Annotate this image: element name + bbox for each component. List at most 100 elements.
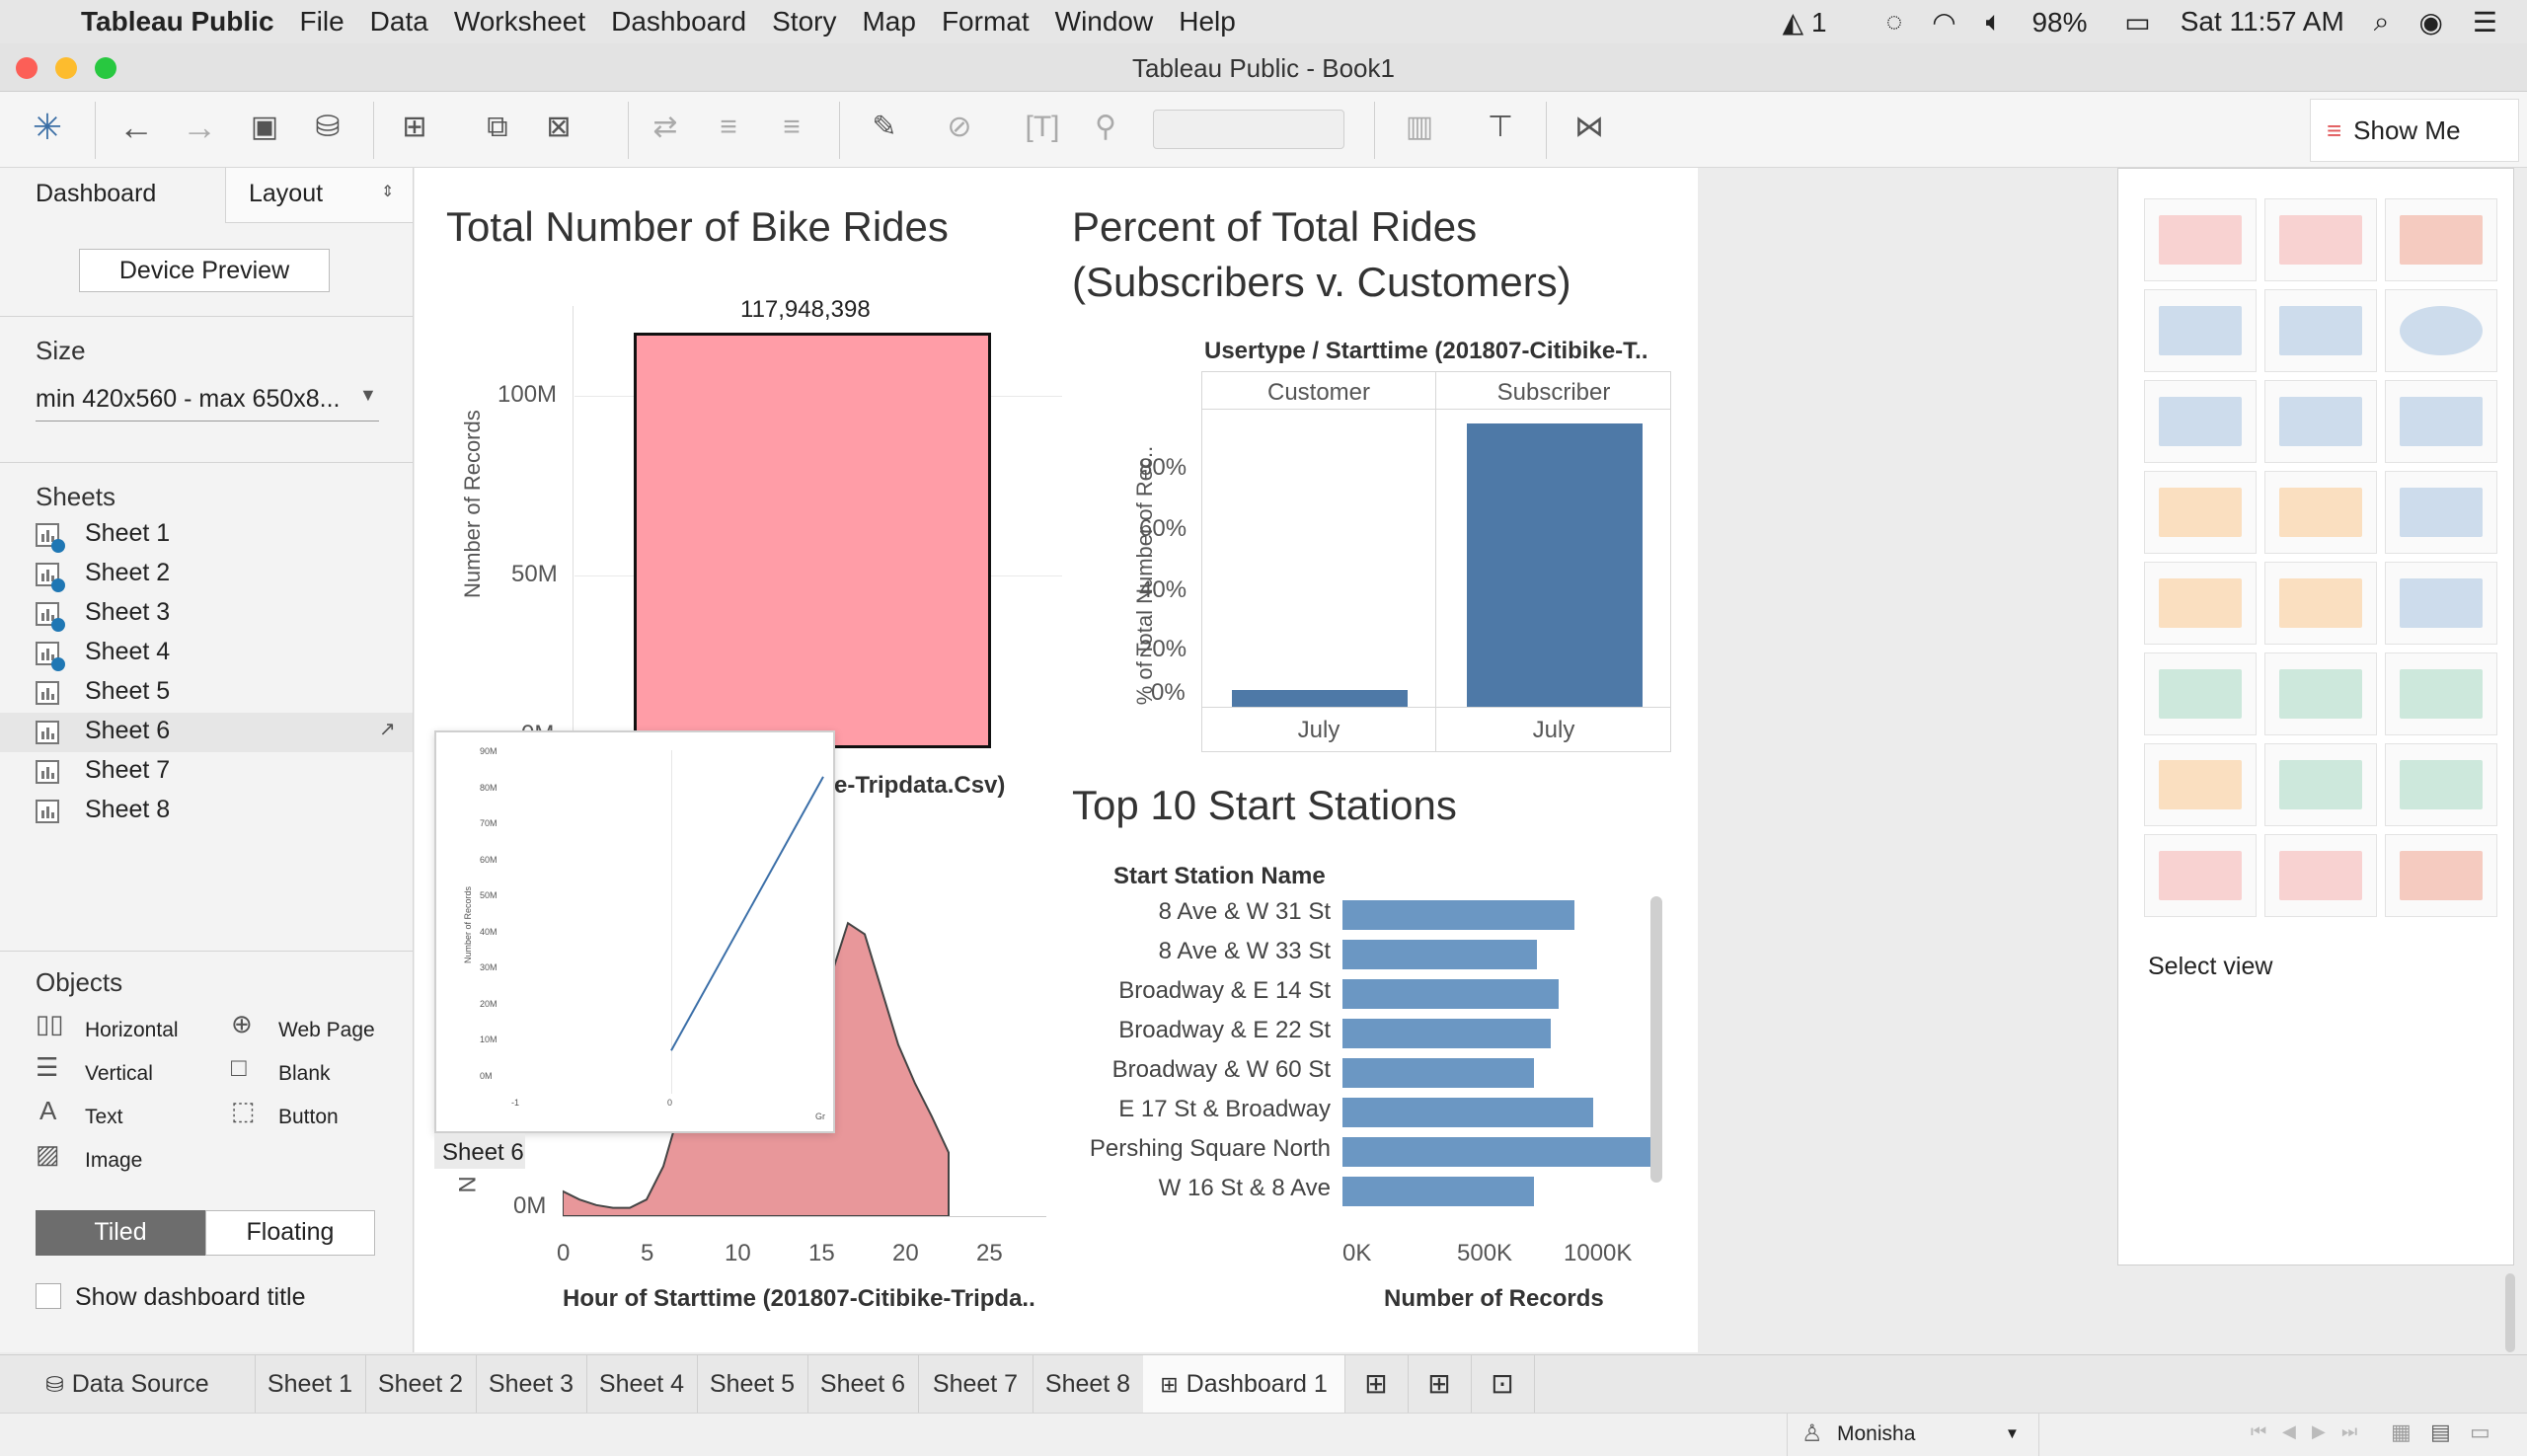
sheet-list-item[interactable]: Sheet 8 bbox=[0, 792, 413, 831]
last-page-icon[interactable]: ⏭ bbox=[2341, 1421, 2357, 1442]
chart-type-thumbnail[interactable] bbox=[2144, 198, 2257, 281]
sheet-list-item[interactable]: Sheet 1 bbox=[0, 515, 413, 555]
adobe-icon[interactable]: ◭ 1 bbox=[1783, 6, 1857, 38]
station-bar[interactable] bbox=[1342, 1137, 1654, 1167]
app-menu[interactable]: Tableau Public bbox=[81, 6, 274, 38]
swap-rows-columns-icon[interactable]: ⇄ bbox=[644, 106, 687, 149]
menu-data[interactable]: Data bbox=[370, 6, 428, 38]
tab-sheet[interactable]: Sheet 6 bbox=[807, 1355, 919, 1413]
menu-file[interactable]: File bbox=[300, 6, 345, 38]
new-worksheet-tab-icon[interactable]: ⊞ bbox=[1344, 1355, 1409, 1413]
volume-icon[interactable]: 🔈︎ bbox=[1986, 6, 2003, 38]
tab-sheet[interactable]: Sheet 4 bbox=[586, 1355, 698, 1413]
first-page-icon[interactable]: ⏮ bbox=[2251, 1421, 2266, 1442]
object-blank[interactable]: Blank bbox=[278, 1062, 331, 1086]
sheet-list-item[interactable]: Sheet 7 bbox=[0, 752, 413, 792]
right-scrollbar[interactable] bbox=[2505, 1273, 2515, 1352]
sort-ascending-icon[interactable]: ≡ bbox=[707, 106, 750, 149]
tab-sheet[interactable]: Sheet 1 bbox=[255, 1355, 366, 1413]
chart-type-thumbnail[interactable] bbox=[2385, 289, 2497, 372]
chart-type-thumbnail[interactable] bbox=[2144, 652, 2257, 735]
sheet6-drag-preview[interactable]: 90M 80M 70M 60M 50M 40M 30M 20M 10M 0M Number of … bbox=[434, 730, 835, 1133]
chart-type-thumbnail[interactable] bbox=[2385, 834, 2497, 917]
new-dashboard-tab-icon[interactable]: ⊞ bbox=[1408, 1355, 1472, 1413]
tab-dashboard-1[interactable]: ⊞ Dashboard 1 bbox=[1143, 1355, 1345, 1413]
object-horizontal[interactable]: Horizontal bbox=[85, 1019, 179, 1042]
menu-format[interactable]: Format bbox=[942, 6, 1030, 38]
chart3-scrollbar[interactable] bbox=[1650, 896, 1662, 1183]
station-bar[interactable] bbox=[1342, 940, 1538, 969]
station-bar[interactable] bbox=[1342, 1019, 1551, 1048]
sheet-list-item[interactable]: Sheet 4 bbox=[0, 634, 413, 673]
chart-type-thumbnail[interactable] bbox=[2264, 834, 2377, 917]
menu-map[interactable]: Map bbox=[862, 6, 915, 38]
chart-type-thumbnail[interactable] bbox=[2264, 380, 2377, 463]
chart-type-thumbnail[interactable] bbox=[2385, 652, 2497, 735]
station-bar[interactable] bbox=[1342, 900, 1574, 930]
show-labels-icon[interactable]: [T] bbox=[1021, 106, 1064, 149]
spinner-icon[interactable]: ◌ bbox=[1886, 6, 1903, 38]
chart-type-thumbnail[interactable] bbox=[2385, 743, 2497, 826]
station-bar[interactable] bbox=[1342, 1098, 1593, 1127]
user-menu[interactable]: ♙ Monisha ▼ bbox=[1787, 1414, 2039, 1456]
chart-type-thumbnail[interactable] bbox=[2144, 834, 2257, 917]
chart-type-thumbnail[interactable] bbox=[2385, 380, 2497, 463]
chart-type-thumbnail[interactable] bbox=[2264, 562, 2377, 645]
dashboard-canvas[interactable]: Total Number of Bike Rides Number of Rec… bbox=[415, 168, 1698, 1352]
fit-dropdown[interactable] bbox=[1153, 110, 1344, 149]
control-center-icon[interactable]: ☰ bbox=[2473, 6, 2497, 38]
undo-icon[interactable]: ← bbox=[115, 106, 158, 149]
chart-type-thumbnail[interactable] bbox=[2385, 562, 2497, 645]
sheet-list-item[interactable]: Sheet 2 bbox=[0, 555, 413, 594]
tab-sheet[interactable]: Sheet 3 bbox=[476, 1355, 587, 1413]
tabs-view-icon[interactable]: ▭ bbox=[2470, 1419, 2490, 1445]
sheet-list-item[interactable]: Sheet 5 bbox=[0, 673, 413, 713]
chart-type-thumbnail[interactable] bbox=[2144, 743, 2257, 826]
object-text[interactable]: Text bbox=[85, 1106, 123, 1129]
fix-axes-icon[interactable]: ⚲ bbox=[1084, 106, 1127, 149]
menu-story[interactable]: Story bbox=[772, 6, 836, 38]
next-page-icon[interactable]: ▶ bbox=[2312, 1421, 2326, 1442]
tab-sheet[interactable]: Sheet 7 bbox=[918, 1355, 1034, 1413]
filmstrip-view-icon[interactable]: ▤ bbox=[2430, 1419, 2451, 1445]
chart-type-thumbnail[interactable] bbox=[2264, 652, 2377, 735]
spotlight-search-icon[interactable]: ⌕ bbox=[2374, 6, 2390, 38]
highlight-icon[interactable]: ✎ bbox=[863, 106, 906, 149]
chart-type-thumbnail[interactable] bbox=[2264, 471, 2377, 554]
chart-type-thumbnail[interactable] bbox=[2385, 198, 2497, 281]
show-me-button[interactable]: ≡ Show Me bbox=[2310, 99, 2519, 162]
chart-type-thumbnail[interactable] bbox=[2144, 471, 2257, 554]
siri-icon[interactable]: ◉ bbox=[2418, 6, 2442, 38]
new-story-tab-icon[interactable]: ⊡ bbox=[1471, 1355, 1535, 1413]
station-bar[interactable] bbox=[1342, 979, 1559, 1009]
menu-dashboard[interactable]: Dashboard bbox=[611, 6, 746, 38]
object-web-page[interactable]: Web Page bbox=[278, 1019, 375, 1042]
chart-type-thumbnail[interactable] bbox=[2264, 289, 2377, 372]
menu-window[interactable]: Window bbox=[1055, 6, 1154, 38]
chart2-bar-subscriber[interactable] bbox=[1467, 422, 1643, 707]
clear-sheet-icon[interactable]: ⊠ bbox=[537, 106, 580, 149]
redo-icon[interactable]: → bbox=[178, 106, 221, 149]
sheet-list-item[interactable]: Sheet 6 ↗ bbox=[0, 713, 413, 752]
new-worksheet-icon[interactable]: ⊞ bbox=[393, 106, 436, 149]
station-bar[interactable] bbox=[1342, 1058, 1535, 1088]
chart-type-thumbnail[interactable] bbox=[2385, 471, 2497, 554]
tab-sheet[interactable]: Sheet 8 bbox=[1033, 1355, 1144, 1413]
new-data-source-icon[interactable]: ⛁ bbox=[306, 106, 349, 149]
menu-worksheet[interactable]: Worksheet bbox=[454, 6, 585, 38]
tab-sheet[interactable]: Sheet 2 bbox=[365, 1355, 477, 1413]
chart1-bar[interactable] bbox=[634, 332, 991, 748]
object-vertical[interactable]: Vertical bbox=[85, 1062, 153, 1086]
battery-status[interactable]: 98% ▭ bbox=[2031, 6, 2150, 38]
chart-type-thumbnail[interactable] bbox=[2144, 289, 2257, 372]
chart-type-thumbnail[interactable] bbox=[2144, 380, 2257, 463]
save-icon[interactable]: ▣ bbox=[243, 106, 286, 149]
tab-data-source[interactable]: ⛁ Data Source bbox=[0, 1355, 256, 1413]
group-members-icon[interactable]: ⊘ bbox=[938, 106, 981, 149]
chart2-bar-customer[interactable] bbox=[1232, 690, 1408, 707]
sheet-list-item[interactable]: Sheet 3 bbox=[0, 594, 413, 634]
tableau-logo-icon[interactable]: ✳ bbox=[26, 106, 69, 149]
chart-type-thumbnail[interactable] bbox=[2264, 743, 2377, 826]
menu-help[interactable]: Help bbox=[1179, 6, 1236, 38]
clock[interactable]: Sat 11:57 AM bbox=[2181, 6, 2344, 38]
